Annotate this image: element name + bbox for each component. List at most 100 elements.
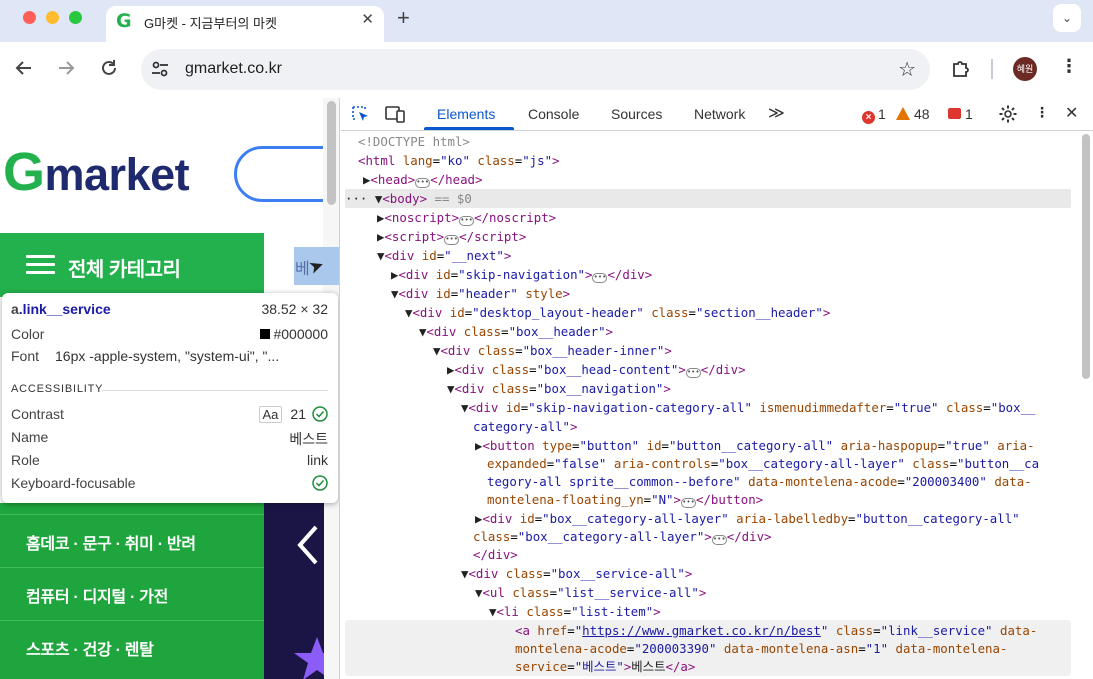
profile-avatar[interactable]: 혜원 <box>1013 57 1037 81</box>
dom-node[interactable]: ▼<div id="header" style> <box>391 284 570 303</box>
dom-node[interactable]: ▼<div class="box__header-inner"> <box>433 341 672 360</box>
devtools-scrollbar-thumb[interactable] <box>1082 134 1090 379</box>
close-window-button[interactable] <box>23 11 36 24</box>
minimize-window-button[interactable] <box>46 11 59 24</box>
more-tabs-icon[interactable]: ≫ <box>768 103 785 123</box>
accessibility-heading: ACCESSIBILITY <box>11 383 104 395</box>
sidebar-item-home-deco[interactable]: 홈데코 · 문구 · 취미 · 반려 <box>0 514 264 567</box>
devtools-scrollbar[interactable] <box>1079 132 1093 679</box>
dom-node[interactable]: <html lang="ko" class="js"> <box>358 151 560 170</box>
dom-node[interactable]: ▼<div id="skip-navigation-category-all" … <box>461 398 1036 417</box>
dom-node[interactable]: ▶<noscript>•••</noscript> <box>377 208 556 227</box>
issues-count[interactable]: 1 <box>948 106 973 122</box>
warning-count[interactable]: 48 <box>896 106 930 122</box>
devtools-toolbar: Elements Console Sources Network ≫ × 1 48… <box>341 98 1093 131</box>
tooltip-font-row: Font 16px -apple-system, "system-ui", ".… <box>11 348 280 364</box>
tab-elements[interactable]: Elements <box>437 106 495 122</box>
dom-node[interactable]: montelena-floating_yn="N">•••</button> <box>487 490 763 509</box>
check-circle-icon <box>312 475 328 491</box>
warning-icon <box>896 107 910 120</box>
dom-node[interactable]: ▶<script>•••</script> <box>377 227 526 246</box>
forward-arrow-icon[interactable] <box>56 58 76 84</box>
contrast-aa-badge: Aa <box>258 406 283 423</box>
category-all-label: 전체 카테고리 <box>68 259 181 281</box>
check-circle-icon <box>312 406 328 422</box>
tab-title: G마켓 - 지금부터의 마켓 <box>144 16 277 31</box>
close-tab-icon[interactable]: ✕ <box>361 10 374 28</box>
category-all-button[interactable]: 전체 카테고리 <box>0 233 264 297</box>
dom-node-hovered[interactable]: <a href="https://www.gmarket.co.kr/n/bes… <box>515 621 1037 640</box>
browser-menu-icon[interactable]: ⋮ <box>1060 56 1078 77</box>
tooltip-divider <box>102 390 328 391</box>
sidebar-item-computer[interactable]: 컴퓨터 · 디지털 · 가전 <box>0 567 264 620</box>
close-devtools-icon[interactable]: ✕ <box>1065 103 1078 123</box>
dom-node[interactable]: ▶<div class="box__head-content">•••</div… <box>447 360 746 379</box>
dom-node-hovered[interactable]: montelena-acode="200003390" data-montele… <box>515 639 1007 658</box>
inspect-tooltip: a.link__service 38.52 × 32 Color #000000… <box>2 293 338 503</box>
device-toggle-icon[interactable] <box>385 105 405 123</box>
tooltip-contrast-row: Contrast Aa 21 <box>11 406 328 426</box>
bookmark-star-icon[interactable]: ☆ <box>898 57 916 82</box>
dom-node[interactable]: ▼<div class="box__navigation"> <box>447 379 671 398</box>
url-text[interactable]: gmarket.co.kr <box>185 60 282 78</box>
active-tab-indicator <box>424 127 514 130</box>
dom-tree[interactable]: <!DOCTYPE html> <html lang="ko" class="j… <box>341 132 1079 679</box>
dom-node[interactable]: tegory-all sprite__common--before" data-… <box>487 472 1032 491</box>
dom-node[interactable]: ▼<li class="list-item"> <box>489 602 661 621</box>
gmarket-favicon-icon: G <box>116 10 132 32</box>
dom-node[interactable]: category-all"> <box>473 417 577 436</box>
site-info-icon[interactable] <box>150 60 170 78</box>
devtools-menu-icon[interactable]: ⋮ <box>1035 104 1049 121</box>
tab-search-button[interactable]: ⌄ <box>1053 4 1081 32</box>
dom-node[interactable]: ▶<div id="box__category-all-layer" aria-… <box>475 509 1020 528</box>
page-scrollbar-thumb[interactable] <box>327 101 336 205</box>
tab-bar: G G마켓 - 지금부터의 마켓 ✕ + ⌄ <box>0 0 1093 42</box>
star-decoration-icon <box>294 637 324 679</box>
dom-node[interactable]: ▼<ul class="list__service-all"> <box>475 583 706 602</box>
hamburger-menu-icon <box>26 255 55 275</box>
dom-node-selected[interactable]: ··· ▼<body> == $0 <box>345 189 472 208</box>
dom-node[interactable]: ▼<div id="__next"> <box>377 246 511 265</box>
inspect-element-icon[interactable] <box>351 105 371 123</box>
tooltip-role-row: Role link <box>11 452 328 468</box>
address-bar[interactable]: gmarket.co.kr ☆ <box>141 49 930 90</box>
tooltip-name-row: Name 베스트 <box>11 429 328 447</box>
category-sidebar: 홈데코 · 문구 · 취미 · 반려 컴퓨터 · 디지털 · 가전 스포츠 · … <box>0 503 264 679</box>
dom-node[interactable]: ▶<div id="skip-navigation">•••</div> <box>391 265 652 284</box>
tooltip-color-row: Color #000000 <box>11 326 328 342</box>
dom-node[interactable]: </div> <box>473 545 518 564</box>
issue-icon <box>948 108 961 119</box>
color-swatch <box>260 329 271 339</box>
dom-node[interactable]: ▼<div class="box__header"> <box>419 322 613 341</box>
tooltip-header: a.link__service 38.52 × 32 <box>11 301 328 321</box>
tab-sources[interactable]: Sources <box>611 106 662 122</box>
tab-network[interactable]: Network <box>694 106 745 122</box>
promo-banner[interactable] <box>264 503 324 679</box>
sidebar-item-sports[interactable]: 스포츠 · 건강 · 렌탈 <box>0 620 264 673</box>
dom-node[interactable]: ▶<head>•••</head> <box>363 170 482 189</box>
dom-node[interactable]: ▶<button type="button" id="button__categ… <box>475 436 1035 455</box>
tooltip-keyboard-row: Keyboard-focusable <box>11 475 328 495</box>
dom-node[interactable]: ▼<div class="box__service-all"> <box>461 564 692 583</box>
dom-node[interactable]: expanded="false" aria-controls="box__cat… <box>487 454 1039 473</box>
dom-node-hovered[interactable]: service="베스트">베스트</a> <box>515 657 695 676</box>
settings-gear-icon[interactable] <box>998 104 1018 124</box>
dom-node[interactable]: ▼<div id="desktop_layout-header" class="… <box>405 303 830 322</box>
error-count[interactable]: × 1 <box>862 106 886 124</box>
tab-console[interactable]: Console <box>528 106 579 122</box>
error-icon: × <box>862 111 875 124</box>
web-page-viewport: Gmarket 전체 카테고리 베 ➤ 홈데코 · 문구 · 취미 · 반려 컴… <box>0 98 340 679</box>
extensions-puzzle-icon[interactable] <box>950 57 972 79</box>
tooltip-size: 38.52 × 32 <box>261 301 328 317</box>
back-arrow-icon[interactable] <box>14 58 34 84</box>
dom-node[interactable]: class="box__category-all-layer">•••</div… <box>473 527 772 546</box>
tooltip-selector: a.link__service <box>11 301 111 317</box>
chevron-left-icon[interactable] <box>296 525 320 565</box>
new-tab-button[interactable]: + <box>397 5 410 31</box>
browser-tab[interactable]: G G마켓 - 지금부터의 마켓 ✕ <box>106 6 384 42</box>
maximize-window-button[interactable] <box>69 11 82 24</box>
reload-icon[interactable] <box>99 58 119 84</box>
gmarket-logo[interactable]: Gmarket <box>3 144 190 203</box>
devtools-panel: Elements Console Sources Network ≫ × 1 48… <box>341 98 1093 679</box>
dom-node[interactable]: <!DOCTYPE html> <box>358 132 470 151</box>
